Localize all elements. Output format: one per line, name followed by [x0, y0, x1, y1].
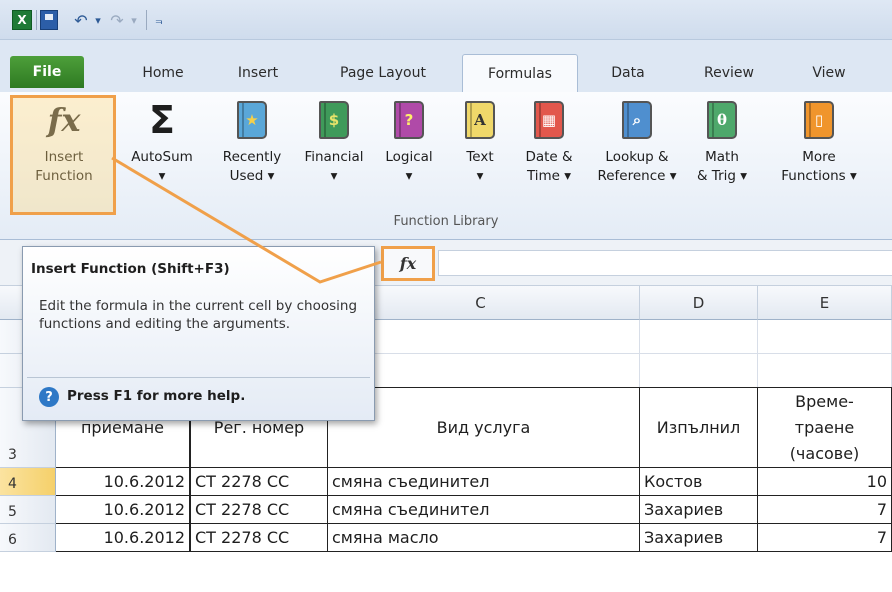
- column-header-e[interactable]: E: [758, 286, 892, 320]
- financial-dropdown: ▾: [330, 168, 338, 184]
- separator: [36, 10, 37, 30]
- table-cell[interactable]: смяна масло: [328, 524, 640, 552]
- more-functions-dropdown: Functions ▾: [781, 168, 857, 184]
- separator: [146, 10, 147, 30]
- table-cell[interactable]: СТ 2278 СС: [190, 524, 328, 552]
- money-book-icon: $: [319, 101, 349, 139]
- math-trig-label: Math: [705, 149, 739, 165]
- redo-icon[interactable]: ↷: [108, 10, 126, 30]
- table-cell[interactable]: Захариев: [640, 524, 758, 552]
- text-label: Text: [466, 149, 494, 165]
- quick-access-toolbar: X ↶ ▾ ↷ ▾ ⫬: [0, 0, 892, 40]
- customize-toolbar-icon[interactable]: ⫬: [152, 10, 166, 30]
- help-icon: ?: [39, 387, 59, 407]
- table-cell[interactable]: смяна съединител: [328, 496, 640, 524]
- math-trig-button[interactable]: θ Math & Trig ▾: [686, 98, 758, 186]
- question-book-icon: ?: [394, 101, 424, 139]
- logical-label: Logical: [385, 149, 433, 165]
- date-time-button[interactable]: ▦ Date & Time ▾: [516, 98, 582, 186]
- insert-function-fx-button[interactable]: fx: [381, 246, 435, 281]
- table-cell[interactable]: смяна съединител: [328, 468, 640, 496]
- table-cell[interactable]: Захариев: [640, 496, 758, 524]
- lookup-reference-button[interactable]: ⌕ Lookup & Reference ▾: [590, 98, 684, 186]
- date-time-dropdown: Time ▾: [526, 168, 572, 184]
- text-book-icon: A: [465, 101, 495, 139]
- financial-button[interactable]: $ Financial ▾: [294, 98, 374, 186]
- undo-dropdown-icon[interactable]: ▾: [92, 10, 104, 30]
- logical-dropdown: ▾: [405, 168, 413, 184]
- theta-book-icon: θ: [707, 101, 737, 139]
- table-cell[interactable]: Костов: [640, 468, 758, 496]
- more-functions-button[interactable]: ▯ More Functions ▾: [762, 98, 876, 186]
- group-label-function-library: Function Library: [393, 214, 499, 229]
- tab-view[interactable]: View: [800, 54, 858, 92]
- insert-function-highlight: [10, 95, 116, 215]
- tab-page-layout[interactable]: Page Layout: [322, 54, 444, 92]
- cell[interactable]: [758, 320, 892, 354]
- more-functions-label: More: [802, 149, 836, 165]
- table-cell[interactable]: СТ 2278 СС: [190, 496, 328, 524]
- table-cell[interactable]: СТ 2278 СС: [190, 468, 328, 496]
- redo-dropdown-icon[interactable]: ▾: [128, 10, 140, 30]
- table-cell[interactable]: 7: [758, 524, 892, 552]
- sigma-icon: Σ: [149, 97, 175, 142]
- tab-data[interactable]: Data: [600, 54, 656, 92]
- row-header-5[interactable]: 5: [0, 496, 56, 524]
- lookup-reference-label: Lookup &: [605, 149, 669, 165]
- tab-formulas[interactable]: Formulas: [462, 54, 578, 92]
- tab-insert[interactable]: Insert: [222, 54, 294, 92]
- math-trig-dropdown: & Trig ▾: [696, 168, 748, 184]
- row-header-6[interactable]: 6: [0, 524, 56, 552]
- header-cell-duration[interactable]: Време- траене (часове): [758, 388, 892, 468]
- magnifier-book-icon: ⌕: [622, 101, 652, 139]
- text-button[interactable]: A Text ▾: [452, 98, 508, 186]
- tab-review[interactable]: Review: [692, 54, 766, 92]
- formula-input[interactable]: [438, 250, 892, 276]
- lookup-reference-dropdown: Reference ▾: [597, 168, 677, 184]
- ribbon-formulas: fx Insert Function Σ AutoSum ▾ ★ Recentl…: [0, 92, 892, 240]
- logical-button[interactable]: ? Logical ▾: [376, 98, 442, 186]
- books-icon: ▯: [804, 101, 834, 139]
- star-book-icon: ★: [237, 101, 267, 139]
- header-cell-performer[interactable]: Изпълнил: [640, 388, 758, 468]
- tooltip-title: Insert Function (Shift+F3): [31, 261, 230, 277]
- table-cell[interactable]: 7: [758, 496, 892, 524]
- table-cell[interactable]: 10.6.2012: [56, 468, 190, 496]
- cell[interactable]: [640, 320, 758, 354]
- autosum-button[interactable]: Σ AutoSum ▾: [122, 98, 202, 186]
- table-cell[interactable]: 10.6.2012: [56, 496, 190, 524]
- save-icon[interactable]: [40, 10, 58, 30]
- calendar-book-icon: ▦: [534, 101, 564, 139]
- ribbon-tabs: File Home Insert Page Layout Formulas Da…: [0, 40, 892, 92]
- tab-home[interactable]: Home: [128, 54, 198, 92]
- date-time-label: Date &: [525, 149, 573, 165]
- recently-used-label: Recently: [222, 149, 282, 165]
- recently-used-button[interactable]: ★ Recently Used ▾: [210, 98, 294, 186]
- cell[interactable]: [640, 354, 758, 388]
- tooltip-divider: [27, 377, 370, 378]
- excel-logo-icon: X: [12, 10, 32, 30]
- financial-label: Financial: [304, 149, 364, 165]
- undo-icon[interactable]: ↶: [72, 10, 90, 30]
- column-header-d[interactable]: D: [640, 286, 758, 320]
- tab-file[interactable]: File: [10, 56, 84, 88]
- row-header-4[interactable]: 4: [0, 468, 56, 496]
- autosum-dropdown: ▾: [158, 168, 166, 184]
- cell[interactable]: [758, 354, 892, 388]
- tooltip-body: Edit the formula in the current cell by …: [39, 298, 358, 332]
- autosum-label: AutoSum: [131, 149, 193, 165]
- insert-function-tooltip: Insert Function (Shift+F3) Edit the form…: [22, 246, 375, 421]
- tooltip-help-text: Press F1 for more help.: [67, 388, 246, 404]
- table-cell[interactable]: 10: [758, 468, 892, 496]
- recently-used-dropdown: Used ▾: [229, 168, 275, 184]
- text-dropdown: ▾: [476, 168, 484, 184]
- table-cell[interactable]: 10.6.2012: [56, 524, 190, 552]
